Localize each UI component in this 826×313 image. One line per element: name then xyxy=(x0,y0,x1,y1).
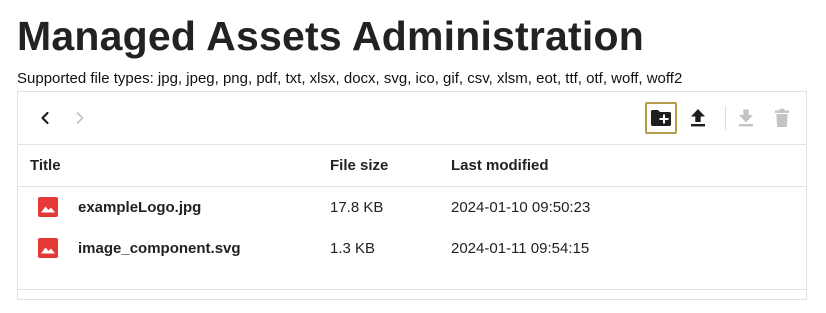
file-manager-panel: Title File size Last modified exampleLog… xyxy=(17,91,807,300)
supported-file-types: Supported file types: jpg, jpeg, png, pd… xyxy=(17,70,683,87)
file-last-modified: 2024-01-11 09:54:15 xyxy=(451,240,590,257)
column-header-last-modified[interactable]: Last modified xyxy=(451,145,549,186)
chevron-right-icon xyxy=(76,112,84,124)
chevron-left-icon xyxy=(41,111,49,125)
download-button[interactable] xyxy=(730,102,762,134)
table-row[interactable]: exampleLogo.jpg 17.8 KB 2024-01-10 09:50… xyxy=(18,187,806,228)
table-header: Title File size Last modified xyxy=(18,145,806,187)
image-icon xyxy=(38,238,58,258)
file-last-modified: 2024-01-10 09:50:23 xyxy=(451,199,591,216)
download-icon xyxy=(739,109,753,127)
file-name: image_component.svg xyxy=(78,240,241,257)
new-folder-button[interactable] xyxy=(645,102,677,134)
table-footer-divider xyxy=(18,289,806,290)
page: Managed Assets Administration Supported … xyxy=(0,0,826,313)
table-row[interactable]: image_component.svg 1.3 KB 2024-01-11 09… xyxy=(18,228,806,269)
page-title: Managed Assets Administration xyxy=(17,13,644,59)
trash-icon xyxy=(775,108,789,127)
delete-button[interactable] xyxy=(766,102,798,134)
file-name: exampleLogo.jpg xyxy=(78,199,202,216)
column-header-file-size[interactable]: File size xyxy=(330,145,388,186)
forward-button[interactable] xyxy=(64,102,96,134)
file-size: 17.8 KB xyxy=(330,199,384,216)
image-icon xyxy=(38,197,58,217)
file-size: 1.3 KB xyxy=(330,240,376,257)
create-new-folder-icon xyxy=(651,110,671,126)
column-header-title[interactable]: Title xyxy=(30,145,61,186)
upload-button[interactable] xyxy=(682,102,714,134)
toolbar xyxy=(18,92,806,145)
upload-icon xyxy=(691,109,705,127)
toolbar-divider xyxy=(725,106,726,130)
back-button[interactable] xyxy=(29,102,61,134)
